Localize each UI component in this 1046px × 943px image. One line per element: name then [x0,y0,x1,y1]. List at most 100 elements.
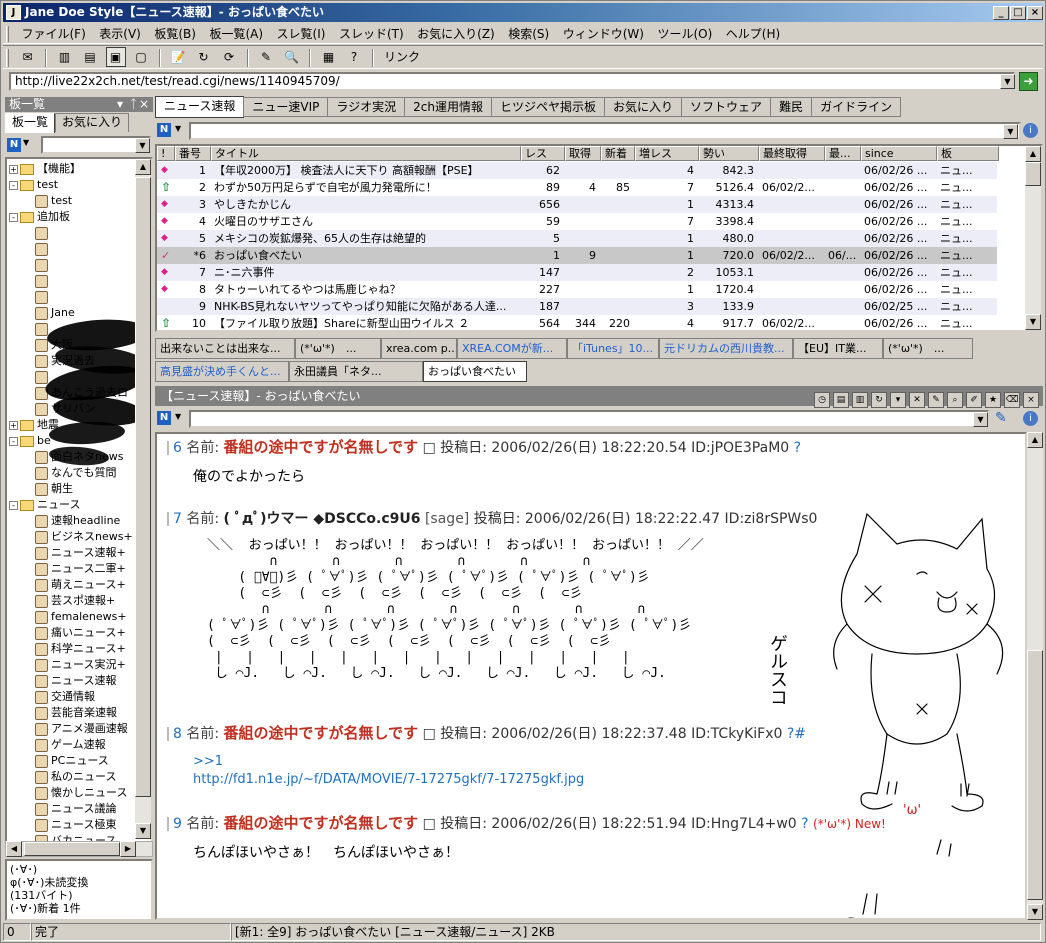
tree-folder[interactable]: - test [9,177,58,193]
column-header[interactable]: レス [521,146,565,161]
layout-2-icon[interactable]: ▤ [80,47,100,67]
post-number[interactable]: 6 [173,440,182,456]
scroll-up-icon[interactable]: ▲ [135,159,151,175]
scroll-thumb[interactable] [1025,162,1041,186]
expand-icon[interactable]: + [9,164,18,174]
close-icon[interactable]: × [139,97,149,112]
menu-tools[interactable]: ツール(O) [652,24,717,44]
scroll-down-icon[interactable]: ▼ [1025,314,1041,330]
tree-board[interactable]: 科学ニュース+ [35,641,126,657]
table-row[interactable]: ◆ 8 タトゥーいれてるやつは馬鹿じゃね？ 227 1 1720.4 06/02/26 ..… [157,281,997,298]
n-icon[interactable]: N [157,123,171,137]
tab-news[interactable]: ニュース速報 [155,96,245,118]
menu-board-list[interactable]: 板一覧(A) [204,24,268,44]
column-header[interactable]: 板 [937,146,999,161]
post-number[interactable]: 8 [173,726,182,742]
column-header[interactable]: 最終取得 [759,146,825,161]
thread-tab[interactable]: 元ドリカムの西川貴教... [659,338,793,359]
tree-board[interactable]: PCニュース [35,753,109,769]
search-icon[interactable]: 🔍 [282,47,302,67]
tab-vip[interactable]: ニュー速VIP [243,97,329,117]
scroll-left-icon[interactable]: ◀ [6,841,22,857]
thread-tab[interactable]: おっぱい食べたい [423,361,527,382]
minimize-button[interactable]: _ [993,6,1009,20]
tab-radio[interactable]: ラジオ実況 [327,97,406,117]
chevron-down-icon[interactable]: ▾ [117,97,123,112]
refresh-icon[interactable]: ↻ [871,392,887,408]
refresh-all-icon[interactable]: ⟳ [219,47,239,67]
menu-board[interactable]: 板覧(B) [149,24,201,44]
column-header[interactable]: 番号 [175,146,211,161]
table-row[interactable]: ◆ 4 火曜日のサザエさん 59 7 3398.4 06/02/26 ... ニュ... [157,213,997,230]
collapse-icon[interactable]: - [9,436,18,446]
menu-file[interactable]: ファイル(F) [17,24,91,44]
tree-board[interactable] [35,273,51,289]
tree-board[interactable]: ニュース議論 [35,801,116,817]
thread-tab[interactable]: (*'ω'*) ... [883,338,973,359]
column-header[interactable]: 新着 [601,146,635,161]
go-arrow-icon[interactable]: ➜ [1019,72,1038,91]
table-row[interactable]: ◆ 3 やしきたかじん 656 1 4313.4 06/02/26 ... ニュ... [157,196,997,213]
collapse-icon[interactable]: - [9,500,18,510]
tree-board[interactable]: ニュース極東 [35,817,116,833]
tree-board[interactable]: ニュース実況+ [35,657,126,673]
anchor-link[interactable]: >>1 [193,753,806,771]
scroll-down-icon[interactable]: ▼ [135,823,151,839]
table-row[interactable]: ✓ *6 おっぱい食べたい 1 9 1 720.0 06/02/2... 06/... 06/02… [157,247,997,264]
column-header[interactable]: 勢い [699,146,759,161]
memo-icon[interactable]: ✐ [966,392,982,408]
thread-tab[interactable]: (*'ω'*) ... [295,338,381,359]
menu-thread-list[interactable]: スレ覧(I) [272,24,331,44]
chevron-down-icon[interactable]: ▼ [1000,74,1015,89]
layout-1-icon[interactable]: ▥ [55,47,75,67]
menu-window[interactable]: ウィンドウ(W) [558,24,649,44]
tab-guideline[interactable]: ガイドライン [811,97,902,117]
close-icon[interactable]: × [1023,392,1039,408]
reply-link[interactable]: ? [801,816,808,832]
thread-search-input[interactable] [189,410,989,428]
scroll-up-icon[interactable]: ▲ [1025,146,1041,162]
chevron-down-icon[interactable]: ▼ [1003,124,1018,139]
column-header[interactable]: タイトル [211,146,521,161]
tree-board[interactable] [35,225,51,241]
n-icon[interactable]: N [7,138,21,152]
scroll-thumb[interactable] [135,177,151,797]
thread-tab[interactable]: 永田議員「ネタ... [289,361,423,382]
tree-board[interactable]: Jane [35,305,75,321]
document-arrow-icon[interactable]: ▥ [852,392,868,408]
maximize-button[interactable]: □ [1010,6,1026,20]
stop-icon[interactable]: ✕ [909,392,925,408]
tree-board[interactable]: ビジネスnews+ [35,529,133,545]
search-icon[interactable]: ⌕ [947,392,963,408]
tab-software[interactable]: ソフトウェア [681,97,772,117]
link-label[interactable]: リンク [380,46,420,68]
tree-board[interactable]: test [35,193,72,209]
tree-folder[interactable]: + 【機能】 [9,161,81,177]
tree-board[interactable]: 私のニュース [35,769,116,785]
title-bar[interactable]: J Jane Doe Style【ニュース速報】- おっぱい食べたい _ □ × [3,3,1043,22]
column-header[interactable]: 最... [825,146,861,161]
reply-link[interactable]: ?# [787,726,806,742]
trash-icon[interactable]: ⌫ [1004,392,1020,408]
refresh-icon[interactable]: ↻ [194,47,214,67]
table-row[interactable]: ◆ 1 【年収2000万】 検査法人に天下り 高額報酬【PSE】 62 4 842.3 06… [157,162,997,179]
board-update-icon[interactable]: ✉ [18,47,38,67]
chevron-down-icon[interactable]: ▼ [135,138,150,153]
tree-scrollbar[interactable]: ▲ ▼ [135,159,151,839]
expand-icon[interactable]: + [9,420,18,430]
table-row[interactable]: ⇧ 10 【ファイル取り放題】Shareに新型山田ウイルス ２ 564 344 220 4 9… [157,315,997,330]
tree-board[interactable]: 交通情報 [35,689,95,705]
post-number[interactable]: 7 [173,511,182,527]
star-icon[interactable]: ★ [985,392,1001,408]
info-icon[interactable]: i [1023,123,1038,138]
column-header[interactable]: 増レス [635,146,699,161]
tree-board[interactable]: 芸能音楽速報 [35,705,117,721]
tree-board[interactable]: 芸スポ速報+ [35,593,115,609]
list-scrollbar[interactable]: ▲ ▼ [1025,146,1041,330]
menu-thread[interactable]: スレッド(T) [334,24,409,44]
layout-4-icon[interactable]: ▢ [131,47,151,67]
tree-board[interactable] [35,257,51,273]
tree-folder[interactable]: - 追加板 [9,209,70,225]
tree-board[interactable] [35,289,51,305]
pen-icon[interactable]: ✎ [995,410,1007,426]
